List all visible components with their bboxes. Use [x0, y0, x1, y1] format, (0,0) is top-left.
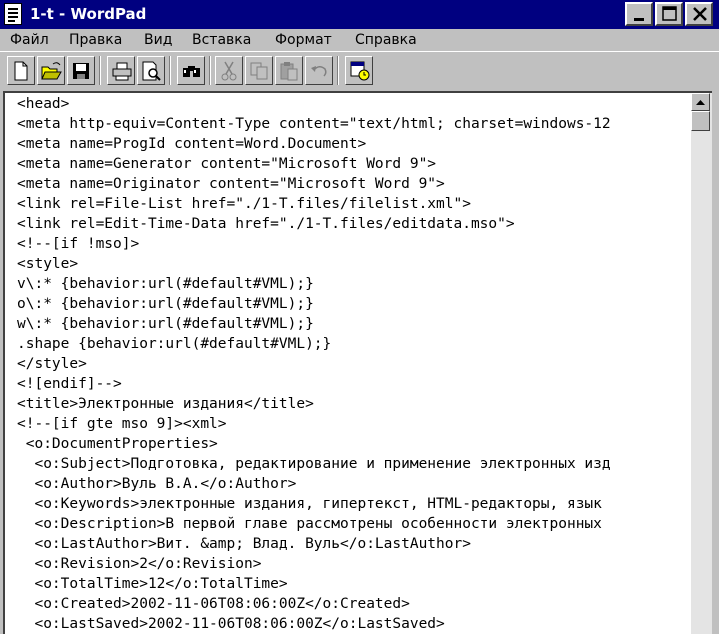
code-line: <o:LastSaved>2002-11-06T08:06:00Z</o:Las…: [17, 616, 445, 632]
toolbar-separator: [209, 56, 211, 85]
code-line: <!--[if gte mso 9]><xml>: [17, 416, 227, 432]
code-line: <o:Description>В первой главе рассмотрен…: [17, 516, 602, 532]
code-line: <!--[if !mso]>: [17, 236, 140, 252]
new-button[interactable]: [7, 56, 35, 85]
window-title: 1-t - WordPad: [30, 5, 147, 23]
scroll-up-arrow-icon: [696, 100, 705, 105]
code-line: <link rel=File-List href="./1-T.files/fi…: [17, 196, 471, 212]
cut-scissors-icon: [221, 61, 237, 81]
code-line: <![endif]-->: [17, 376, 122, 392]
scroll-up-button[interactable]: [691, 93, 710, 111]
menu-edit[interactable]: Правка: [69, 31, 122, 49]
print-button[interactable]: [107, 56, 135, 85]
menu-file[interactable]: Файл: [10, 31, 49, 49]
code-line: <o:Created>2002-11-06T08:06:00Z</o:Creat…: [17, 596, 410, 612]
cut-button[interactable]: [215, 56, 243, 85]
open-button[interactable]: [37, 56, 65, 85]
print-preview-button[interactable]: [137, 56, 165, 85]
code-line: v\:* {behavior:url(#default#VML);}: [17, 276, 314, 292]
find-button[interactable]: [177, 56, 205, 85]
toolbar-separator: [169, 56, 171, 85]
close-icon: [693, 7, 707, 21]
code-line: <title>Электронные издания</title>: [17, 396, 314, 412]
print-preview-icon: [142, 61, 161, 81]
save-disk-icon: [73, 63, 89, 79]
code-line: <meta http-equiv=Content-Type content="t…: [17, 116, 611, 132]
scroll-thumb[interactable]: [691, 111, 710, 131]
print-icon: [112, 62, 132, 81]
vertical-scrollbar[interactable]: [691, 91, 712, 634]
code-line: <o:Author>Вуль В.А.</o:Author>: [17, 476, 297, 492]
code-line: .shape {behavior:url(#default#VML);}: [17, 336, 332, 352]
toolbar-separator: [337, 56, 339, 85]
maximize-button[interactable]: [655, 2, 683, 26]
toolbar: [0, 51, 719, 89]
code-line: <o:Subject>Подготовка, редактирование и …: [17, 456, 611, 472]
copy-button[interactable]: [245, 56, 273, 85]
wordpad-doc-icon[interactable]: [4, 3, 22, 25]
paste-button[interactable]: [275, 56, 303, 85]
paste-icon: [280, 62, 298, 81]
window-frame: [712, 91, 719, 634]
code-line: o\:* {behavior:url(#default#VML);}: [17, 296, 314, 312]
minimize-icon: [634, 18, 644, 21]
title-bar[interactable]: 1-t - WordPad: [0, 0, 719, 29]
copy-icon: [250, 62, 268, 80]
insert-datetime-button[interactable]: [345, 56, 373, 85]
document-editor[interactable]: <head> <meta http-equiv=Content-Type cont…: [3, 91, 691, 634]
code-line: <o:LastAuthor>Вит. &amp; Влад. Вуль</o:L…: [17, 536, 471, 552]
menu-insert[interactable]: Вставка: [192, 31, 251, 49]
minimize-button[interactable]: [625, 2, 653, 26]
toolbar-separator: [99, 56, 101, 85]
code-line: <o:DocumentProperties>: [17, 436, 218, 452]
code-line: <meta name=Originator content="Microsoft…: [17, 176, 445, 192]
menu-bar: Файл Правка Вид Вставка Формат Справка: [0, 29, 719, 51]
menu-help[interactable]: Справка: [355, 31, 417, 49]
insert-datetime-icon: [350, 61, 370, 81]
new-document-icon: [14, 61, 28, 81]
code-line: <o:TotalTime>12</o:TotalTime>: [17, 576, 288, 592]
menu-format[interactable]: Формат: [275, 31, 332, 49]
find-binoculars-icon: [183, 66, 200, 77]
save-button[interactable]: [67, 56, 95, 85]
code-line: </style>: [17, 356, 87, 372]
maximize-icon: [662, 6, 677, 21]
code-line: <head>: [17, 96, 70, 112]
undo-icon: [311, 66, 327, 77]
code-line: <link rel=Edit-Time-Data href="./1-T.fil…: [17, 216, 515, 232]
code-line: <meta name=Generator content="Microsoft …: [17, 156, 437, 172]
menu-view[interactable]: Вид: [144, 31, 172, 49]
code-line: <style>: [17, 256, 79, 272]
open-folder-icon: [41, 62, 62, 80]
code-line: <o:Revision>2</o:Revision>: [17, 556, 262, 572]
code-line: <o:Keywords>электронные издания, гиперте…: [17, 496, 602, 512]
undo-button[interactable]: [305, 56, 333, 85]
close-button[interactable]: [685, 2, 713, 26]
code-line: w\:* {behavior:url(#default#VML);}: [17, 316, 314, 332]
code-line: <meta name=ProgId content=Word.Document>: [17, 136, 367, 152]
